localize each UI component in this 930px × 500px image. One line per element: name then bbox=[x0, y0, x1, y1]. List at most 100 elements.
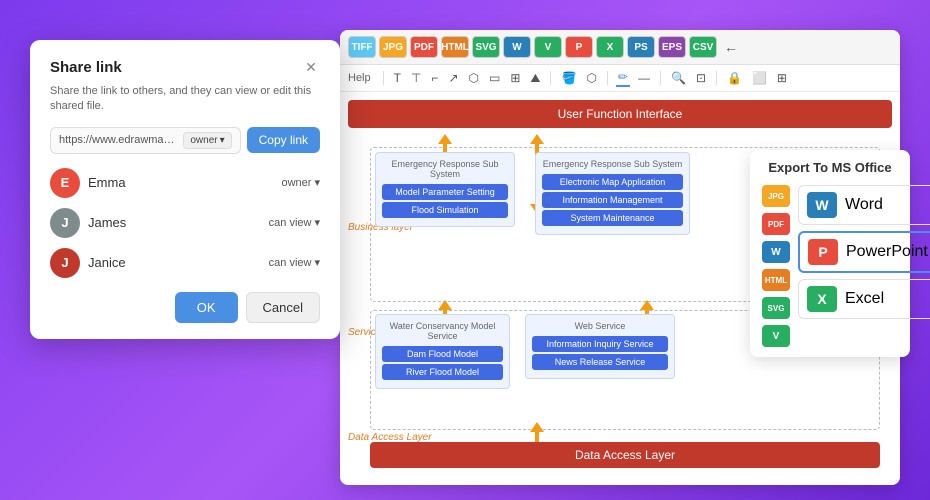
ppt-button[interactable]: P bbox=[565, 36, 593, 58]
shape-tool[interactable]: ⬡ bbox=[467, 70, 481, 86]
toolbar-separator-5 bbox=[716, 71, 717, 85]
export-v-icon[interactable]: V bbox=[762, 325, 790, 347]
user-name-emma: Emma bbox=[88, 175, 282, 190]
service2-btn2: News Release Service bbox=[532, 354, 668, 370]
visio-button[interactable]: V bbox=[534, 36, 562, 58]
word-button[interactable]: W bbox=[503, 36, 531, 58]
dialog-title: Share link bbox=[50, 59, 122, 76]
user-interface-label: User Function Interface bbox=[558, 107, 683, 121]
help-label: Help bbox=[348, 72, 371, 84]
html-button[interactable]: HTML bbox=[441, 36, 469, 58]
table-tool[interactable]: ⊞ bbox=[508, 70, 522, 86]
subsystem2-btn3: System Maintenance bbox=[542, 210, 683, 226]
export-svg-icon[interactable]: SVG bbox=[762, 297, 790, 319]
role-selector-james[interactable]: can view ▾ bbox=[269, 216, 320, 229]
user-interface-bar: User Function Interface bbox=[348, 100, 892, 128]
user-name-janice: Janice bbox=[88, 255, 269, 270]
subsystem1-btn2: Flood Simulation bbox=[382, 202, 508, 218]
corner-tool[interactable]: ⌐ bbox=[429, 70, 440, 86]
excel-button[interactable]: X bbox=[596, 36, 624, 58]
mountain-tool[interactable]: ⛰ bbox=[528, 70, 542, 87]
crop-tool[interactable]: ⊡ bbox=[694, 70, 708, 86]
link-role-chevron: ▾ bbox=[220, 135, 225, 146]
export-word-option[interactable]: W Word bbox=[798, 185, 930, 225]
link-role-dropdown[interactable]: owner ▾ bbox=[183, 132, 231, 149]
export-word-sm-icon[interactable]: W bbox=[762, 241, 790, 263]
role-chevron-emma: ▾ bbox=[314, 176, 320, 189]
subsystem1-btn1: Model Parameter Setting bbox=[382, 184, 508, 200]
user-row-james: J James can view ▾ bbox=[50, 208, 320, 238]
service2-box: Web Service Information Inquiry Service … bbox=[525, 314, 675, 379]
role-label-janice: can view bbox=[269, 257, 312, 269]
export-jpg-icon[interactable]: JPG bbox=[762, 185, 790, 207]
user-row-emma: E Emma owner ▾ bbox=[50, 168, 320, 198]
zoom-tool[interactable]: 🔍 bbox=[669, 70, 688, 86]
link-row: https://www.edrawmax.com/online/fil owne… bbox=[50, 127, 320, 154]
service1-btn1: Dam Flood Model bbox=[382, 346, 503, 362]
export-powerpoint-option[interactable]: P PowerPoint bbox=[798, 231, 930, 273]
export-powerpoint-label: PowerPoint bbox=[846, 243, 928, 261]
dialog-header: Share link ✕ bbox=[50, 58, 320, 76]
format-tool[interactable]: ⊤ bbox=[409, 70, 423, 86]
export-excel-option[interactable]: X Excel bbox=[798, 279, 930, 319]
csv-button[interactable]: CSV bbox=[689, 36, 717, 58]
subsystem2-label: Emergency Response Sub System bbox=[542, 159, 683, 169]
arrow-indicator: ← bbox=[724, 39, 738, 55]
dash-tool[interactable]: — bbox=[636, 70, 652, 86]
role-label-emma: owner bbox=[282, 177, 312, 189]
svg-button[interactable]: SVG bbox=[472, 36, 500, 58]
link-input-box: https://www.edrawmax.com/online/fil owne… bbox=[50, 127, 241, 154]
share-link-dialog: Share link ✕ Share the link to others, a… bbox=[30, 40, 340, 339]
role-chevron-james: ▾ bbox=[314, 216, 320, 229]
toolbar-separator-3 bbox=[607, 71, 608, 85]
format-toolbar: TIFF JPG PDF HTML SVG W V P X PS EPS CSV… bbox=[340, 30, 900, 65]
toolbar-separator-4 bbox=[660, 71, 661, 85]
export-word-label: Word bbox=[845, 196, 883, 214]
jpg-button[interactable]: JPG bbox=[379, 36, 407, 58]
service1-btn2: River Flood Model bbox=[382, 364, 503, 380]
link-role-label: owner bbox=[190, 135, 217, 146]
tiff-button[interactable]: TIFF bbox=[348, 36, 376, 58]
subsystem2-btn1: Electronic Map Application bbox=[542, 174, 683, 190]
dialog-description: Share the link to others, and they can v… bbox=[50, 84, 320, 115]
link-url-text: https://www.edrawmax.com/online/fil bbox=[59, 134, 179, 146]
export-panel-title: Export To MS Office bbox=[762, 160, 898, 175]
service1-box: Water Conservancy Model Service Dam Floo… bbox=[375, 314, 510, 389]
ok-button[interactable]: OK bbox=[175, 292, 238, 323]
close-button[interactable]: ✕ bbox=[302, 58, 320, 76]
data-access-label: Data Access Layer bbox=[575, 448, 675, 462]
more-tool[interactable]: ⊞ bbox=[775, 70, 789, 86]
toolbar-separator-1 bbox=[383, 71, 384, 85]
role-selector-emma[interactable]: owner ▾ bbox=[282, 176, 321, 189]
arrow-tool[interactable]: ↗ bbox=[446, 70, 460, 86]
text-tool[interactable]: T bbox=[392, 70, 403, 86]
copy-link-button[interactable]: Copy link bbox=[247, 127, 320, 153]
pen-tool[interactable]: ✏ bbox=[616, 69, 630, 87]
rect-tool[interactable]: ▭ bbox=[487, 70, 502, 86]
cancel-button[interactable]: Cancel bbox=[246, 292, 320, 323]
role-chevron-janice: ▾ bbox=[314, 256, 320, 269]
export-main-options: W Word P PowerPoint X Excel bbox=[798, 185, 930, 347]
service1-label: Water Conservancy Model Service bbox=[382, 321, 503, 341]
export-panel: Export To MS Office JPG PDF W HTML SVG V… bbox=[750, 150, 910, 357]
ps-button[interactable]: PS bbox=[627, 36, 655, 58]
role-selector-janice[interactable]: can view ▾ bbox=[269, 256, 320, 269]
lock-tool[interactable]: 🔒 bbox=[725, 70, 744, 86]
export-word-icon: W bbox=[807, 192, 837, 218]
export-side-icons: JPG PDF W HTML SVG V bbox=[762, 185, 790, 347]
export-html-icon[interactable]: HTML bbox=[762, 269, 790, 291]
fill-tool[interactable]: 🪣 bbox=[559, 70, 578, 86]
subsystem1-box: Emergency Response Sub System Model Para… bbox=[375, 152, 515, 227]
service2-btn1: Information Inquiry Service bbox=[532, 336, 668, 352]
dialog-footer: OK Cancel bbox=[50, 292, 320, 323]
subsystem2-btn2: Information Management bbox=[542, 192, 683, 208]
export-pdf-icon[interactable]: PDF bbox=[762, 213, 790, 235]
frame-tool[interactable]: ⬜ bbox=[750, 70, 769, 86]
user-row-janice: J Janice can view ▾ bbox=[50, 248, 320, 278]
link-tool[interactable]: ⬡ bbox=[584, 70, 598, 86]
avatar-emma: E bbox=[50, 168, 80, 198]
pdf-button[interactable]: PDF bbox=[410, 36, 438, 58]
toolbar-separator-2 bbox=[550, 71, 551, 85]
avatar-james: J bbox=[50, 208, 80, 238]
eps-button[interactable]: EPS bbox=[658, 36, 686, 58]
